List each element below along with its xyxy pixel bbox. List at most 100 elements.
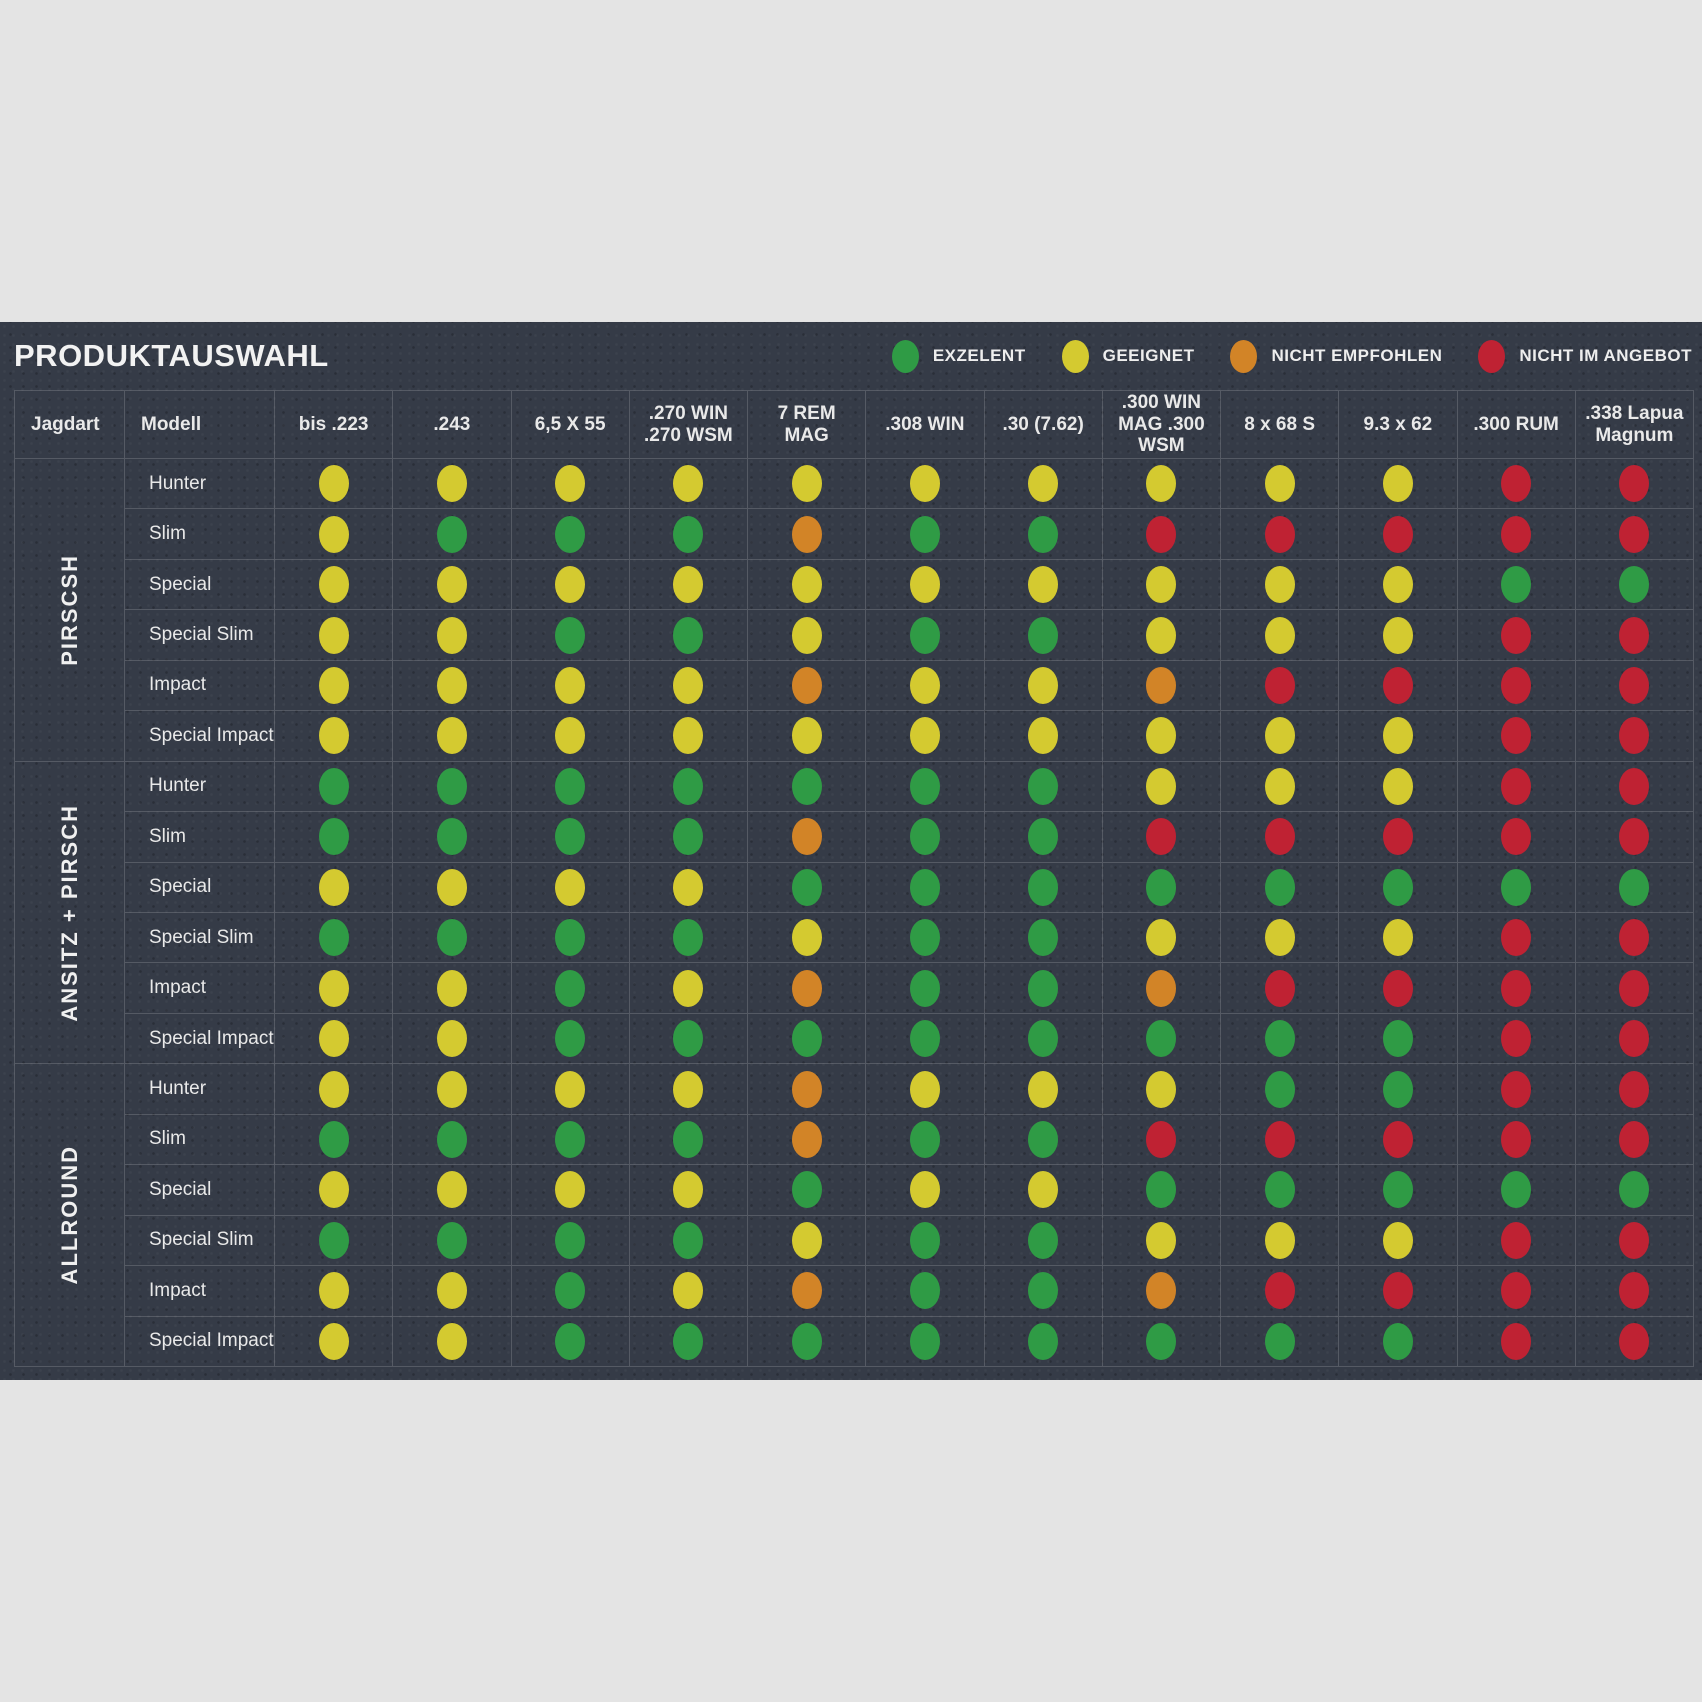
rating-yellow-dot-icon [319, 1171, 349, 1208]
rating-cell [512, 762, 630, 812]
rating-yellow-dot-icon [319, 1323, 349, 1360]
rating-green-dot-icon [792, 1171, 822, 1208]
rating-green-dot-icon [437, 818, 467, 855]
model-label-cell: Hunter [125, 762, 275, 812]
rating-yellow-dot-icon [437, 1020, 467, 1057]
rating-cell [1458, 509, 1576, 559]
rating-cell [512, 1165, 630, 1215]
rating-green-dot-icon [1028, 869, 1058, 906]
rating-green-dot-icon [319, 919, 349, 956]
rating-yellow-dot-icon [437, 717, 467, 754]
rating-cell [393, 711, 511, 761]
rating-green-dot-icon [555, 1323, 585, 1360]
rating-red-dot-icon [1383, 970, 1413, 1007]
rating-red-dot-icon [1501, 717, 1531, 754]
rating-cell [985, 1064, 1103, 1114]
rating-cell [1576, 560, 1694, 610]
rating-yellow-dot-icon [319, 970, 349, 1007]
rating-yellow-dot-icon [319, 516, 349, 553]
rating-cell [748, 610, 866, 660]
rating-green-dot-icon [792, 1323, 822, 1360]
rating-cell [985, 661, 1103, 711]
rating-cell [393, 1216, 511, 1266]
rating-cell [1221, 963, 1339, 1013]
column-header-caliber: .30 (7.62) [985, 391, 1103, 459]
rating-cell [1576, 762, 1694, 812]
rating-orange-dot-icon [1146, 970, 1176, 1007]
rating-cell [1221, 1014, 1339, 1064]
legend: EXZELENTGEEIGNETNICHT EMPFOHLENNICHT IM … [892, 340, 1702, 373]
rating-green-dot-icon [319, 1121, 349, 1158]
rating-cell [1458, 610, 1576, 660]
rating-yellow-dot-icon [910, 1171, 940, 1208]
rating-yellow-dot-icon [910, 1071, 940, 1108]
rating-cell [512, 1115, 630, 1165]
rating-green-dot-icon [1028, 1020, 1058, 1057]
rating-green-dot-icon [1383, 869, 1413, 906]
rating-yellow-dot-icon [1146, 717, 1176, 754]
rating-cell [1103, 661, 1221, 711]
rating-cell [512, 610, 630, 660]
rating-green-dot-icon [437, 768, 467, 805]
rating-cell [748, 1266, 866, 1316]
column-header-caliber: bis .223 [275, 391, 393, 459]
rating-green-dot-icon [437, 1222, 467, 1259]
rating-cell [985, 812, 1103, 862]
rating-cell [275, 1115, 393, 1165]
rating-cell [866, 1317, 984, 1367]
rating-green-dot-icon [1383, 1171, 1413, 1208]
legend-label: GEEIGNET [1103, 346, 1195, 366]
rating-cell [866, 459, 984, 509]
rating-cell [275, 560, 393, 610]
rating-red-dot-icon [1265, 970, 1295, 1007]
rating-cell [630, 509, 748, 559]
rating-green-dot-icon [555, 1272, 585, 1309]
rating-red-dot-icon [1501, 667, 1531, 704]
rating-cell [275, 1216, 393, 1266]
rating-yellow-dot-icon [1265, 617, 1295, 654]
rating-cell [866, 1165, 984, 1215]
rating-green-dot-icon [1265, 1020, 1295, 1057]
column-header-caliber: 9.3 x 62 [1339, 391, 1457, 459]
rating-green-dot-icon [1501, 869, 1531, 906]
rating-yellow-dot-icon [1383, 919, 1413, 956]
rating-orange-dot-icon [1146, 1272, 1176, 1309]
rating-yellow-dot-icon [555, 717, 585, 754]
rating-yellow-dot-icon [437, 970, 467, 1007]
rating-cell [393, 1064, 511, 1114]
rating-cell [985, 762, 1103, 812]
rating-cell [512, 1266, 630, 1316]
rating-cell [1339, 963, 1457, 1013]
rating-green-dot-icon [673, 516, 703, 553]
rating-red-dot-icon [1146, 818, 1176, 855]
rating-cell [275, 610, 393, 660]
rating-cell [985, 963, 1103, 1013]
rating-red-dot-icon [1619, 1121, 1649, 1158]
rating-cell [1103, 1064, 1221, 1114]
rating-cell [1576, 1115, 1694, 1165]
rating-red-dot-icon [1619, 768, 1649, 805]
rating-cell [393, 1165, 511, 1215]
column-header-jagdart: Jagdart [15, 391, 125, 459]
rating-cell [630, 560, 748, 610]
rating-yellow-dot-icon [555, 1071, 585, 1108]
rating-cell [1103, 863, 1221, 913]
rating-cell [866, 863, 984, 913]
rating-cell [1458, 1317, 1576, 1367]
rating-yellow-dot-icon [1146, 919, 1176, 956]
rating-cell [1339, 711, 1457, 761]
rating-cell [1221, 1317, 1339, 1367]
rating-cell [393, 610, 511, 660]
rating-cell [1458, 963, 1576, 1013]
rating-green-dot-icon [1028, 768, 1058, 805]
rating-orange-dot-icon [792, 1121, 822, 1158]
rating-green-dot-icon [1028, 516, 1058, 553]
group-label: ALLROUND [57, 1145, 83, 1284]
rating-cell [985, 711, 1103, 761]
rating-cell [393, 863, 511, 913]
rating-yellow-dot-icon [1146, 1071, 1176, 1108]
rating-yellow-dot-icon [1146, 1222, 1176, 1259]
rating-cell [866, 913, 984, 963]
rating-orange-dot-icon [792, 970, 822, 1007]
rating-cell [1221, 711, 1339, 761]
